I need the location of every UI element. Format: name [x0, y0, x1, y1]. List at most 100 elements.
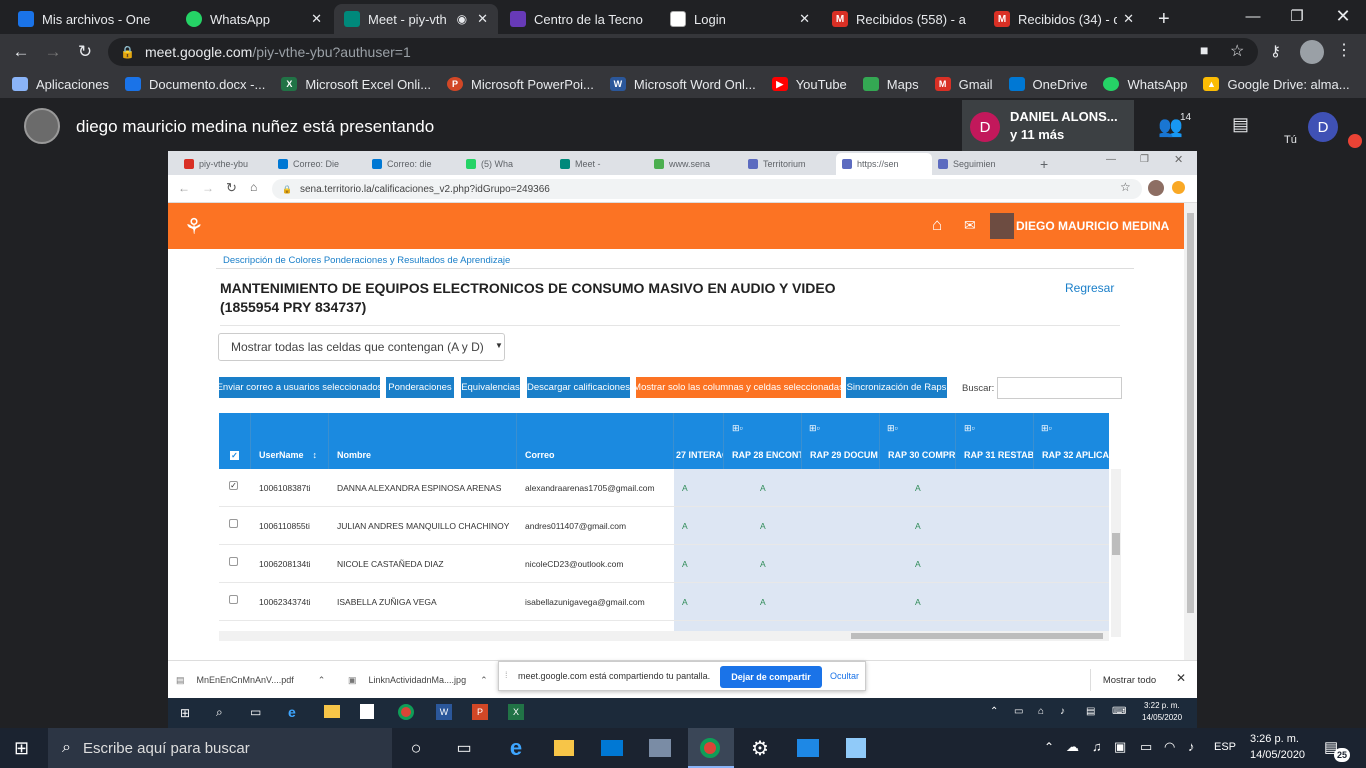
inner-home-icon[interactable]: ⌂ [250, 180, 257, 194]
settings-icon[interactable]: ⚙ [746, 734, 774, 762]
description-link[interactable]: Descripción de Colores Ponderaciones y R… [223, 255, 510, 266]
tray-up-icon[interactable]: ⌃ [990, 706, 998, 717]
browser-tab-onedrive[interactable]: Mis archivos - One [8, 4, 176, 34]
col-username[interactable]: UserName ↕ [251, 413, 329, 469]
download-item-pdf[interactable]: ▤ MnEnEnCnMnAnV....pdf ⌃ [176, 669, 336, 691]
col-email[interactable]: Correo [517, 413, 674, 469]
table-v-scrollbar[interactable] [1111, 469, 1121, 637]
expand-icon[interactable]: ⊞▫ [732, 423, 743, 434]
table-v-scrollbar-thumb[interactable] [1112, 533, 1120, 555]
star-icon[interactable]: ☆ [1230, 41, 1244, 61]
col-rap-32[interactable]: RAP 32 APLICAR [1034, 413, 1109, 469]
cell-grade[interactable]: A [752, 545, 766, 583]
cell-grade[interactable]: A [674, 469, 688, 507]
chat-icon[interactable]: ▤ [1086, 706, 1095, 717]
task-view-icon[interactable]: ▭ [450, 734, 478, 762]
mail-icon[interactable]: ✉ [964, 217, 976, 234]
expand-icon[interactable]: ⊞▫ [1041, 423, 1052, 434]
page-scrollbar-thumb[interactable] [1187, 213, 1194, 613]
clock-date[interactable]: 14/05/2020 [1250, 749, 1305, 761]
cell-grade[interactable] [830, 469, 838, 507]
bookmark-maps[interactable]: Maps [862, 77, 919, 92]
cell-grade[interactable]: A [752, 507, 766, 545]
minimize-icon[interactable]: — [1230, 0, 1276, 32]
windows-start-icon[interactable]: ⊞ [180, 706, 190, 720]
omnibox[interactable]: 🔒 meet.google.com /piy-vthe-ybu?authuser… [108, 38, 1258, 66]
col-name[interactable]: Nombre [329, 413, 517, 469]
close-tab-icon[interactable]: ✕ [477, 11, 488, 27]
onedrive-icon[interactable]: ☁ [1066, 739, 1079, 755]
inner-tab[interactable]: Territorium [742, 153, 836, 175]
row-checkbox[interactable] [229, 595, 238, 604]
col-rap-27[interactable]: 27 INTERAC [674, 413, 724, 469]
bookmark-whatsapp[interactable]: WhatsApp [1103, 77, 1187, 92]
hide-banner-button[interactable]: Ocultar [830, 671, 859, 681]
file-explorer-icon[interactable] [550, 734, 578, 762]
cell-grade[interactable] [830, 583, 838, 621]
browser-tab-gmail-2[interactable]: M Recibidos (34) - da ✕ [984, 4, 1144, 34]
display-icon[interactable]: ▣ [1114, 739, 1126, 755]
file-explorer-icon[interactable] [324, 705, 340, 718]
show-all-button[interactable]: Mostrar todo [1090, 669, 1168, 691]
cell-grade[interactable] [830, 545, 838, 583]
stop-sharing-button[interactable]: Dejar de compartir [720, 666, 822, 688]
table-row[interactable]: 1006234374ti ISABELLA ZUÑIGA VEGA isabel… [219, 583, 1109, 621]
volume-icon[interactable]: ♪ [1188, 739, 1195, 754]
select-all-checkbox-cell[interactable]: ✓ [219, 413, 251, 469]
equivalences-button[interactable]: Equivalencias [461, 377, 520, 398]
cell-grade[interactable]: A [674, 507, 688, 545]
photos-icon[interactable] [794, 734, 822, 762]
inner-update-icon[interactable] [1172, 181, 1185, 194]
mail-icon[interactable] [598, 734, 626, 762]
expand-icon[interactable]: ⊞▫ [964, 423, 975, 434]
download-grades-button[interactable]: Descargar calificaciones [527, 377, 630, 398]
bookmark-drive[interactable]: ▲ Google Drive: alma... [1203, 77, 1350, 92]
expand-icon[interactable]: ⊞▫ [887, 423, 898, 434]
camera-icon[interactable]: ■ [1200, 42, 1208, 58]
bookmark-onedrive[interactable]: OneDrive [1008, 77, 1087, 92]
network-app-icon[interactable] [646, 734, 674, 762]
edge-icon[interactable]: e [502, 734, 530, 762]
inner-new-tab-button[interactable]: + [1034, 153, 1054, 175]
search-input[interactable] [997, 377, 1122, 399]
bookmark-powerpoint[interactable]: P Microsoft PowerPoi... [447, 77, 594, 92]
back-icon[interactable]: ← [8, 40, 34, 64]
inner-tab[interactable]: www.sena [648, 153, 742, 175]
col-rap-30[interactable]: RAP 30 COMPRE [880, 413, 956, 469]
search-icon[interactable]: ⌕ [216, 705, 223, 720]
inner-close-icon[interactable]: ✕ [1174, 153, 1183, 166]
image-app-icon[interactable] [842, 734, 870, 762]
chevron-up-icon[interactable]: ⌃ [480, 675, 488, 686]
language-indicator[interactable]: ESP [1214, 741, 1236, 753]
key-icon[interactable]: ⚷ [1270, 42, 1281, 60]
powerpoint-icon[interactable]: P [472, 704, 488, 720]
cell-grade[interactable]: A [907, 583, 921, 621]
forward-icon[interactable]: → [40, 40, 66, 64]
wifi-icon[interactable]: ◠ [1164, 739, 1175, 755]
cell-grade[interactable]: A [907, 507, 921, 545]
clock-time[interactable]: 3:26 p. m. [1250, 733, 1299, 745]
inner-tab[interactable]: Correo: die [366, 153, 460, 175]
reload-icon[interactable]: ↻ [72, 40, 98, 64]
close-tab-icon[interactable]: ✕ [311, 11, 322, 27]
word-icon[interactable]: W [436, 704, 452, 720]
chat-icon[interactable]: ▤ [1232, 114, 1249, 135]
drag-handle-icon[interactable]: ⁞ [505, 670, 508, 680]
battery-icon[interactable]: ▭ [1140, 739, 1152, 755]
profile-avatar[interactable] [1300, 40, 1324, 64]
inner-omnibox[interactable]: 🔒 sena.territorio.la/calificaciones_v2.p… [272, 179, 1142, 199]
close-icon[interactable]: ✕ [1176, 671, 1186, 685]
inner-tab[interactable]: (5) Wha [460, 153, 554, 175]
store-icon[interactable] [360, 704, 374, 719]
inner-back-icon[interactable]: ← [178, 181, 190, 195]
maximize-icon[interactable]: ❐ [1274, 0, 1320, 32]
bookmark-gmail[interactable]: M Gmail [934, 77, 993, 92]
bookmark-word[interactable]: W Microsoft Word Onl... [609, 77, 756, 92]
volume-icon[interactable]: ♪ [1060, 706, 1065, 717]
cell-filter-select[interactable]: Mostrar todas las celdas que contengan (… [218, 333, 505, 361]
close-tab-icon[interactable]: ✕ [1123, 11, 1134, 27]
col-rap-29[interactable]: RAP 29 DOCUM [802, 413, 880, 469]
table-row[interactable]: 1006208134ti NICOLE CASTAÑEDA DIAZ nicol… [219, 545, 1109, 583]
sync-raps-button[interactable]: Sincronización de Raps [846, 377, 947, 398]
task-view-icon[interactable]: ▭ [250, 705, 261, 719]
